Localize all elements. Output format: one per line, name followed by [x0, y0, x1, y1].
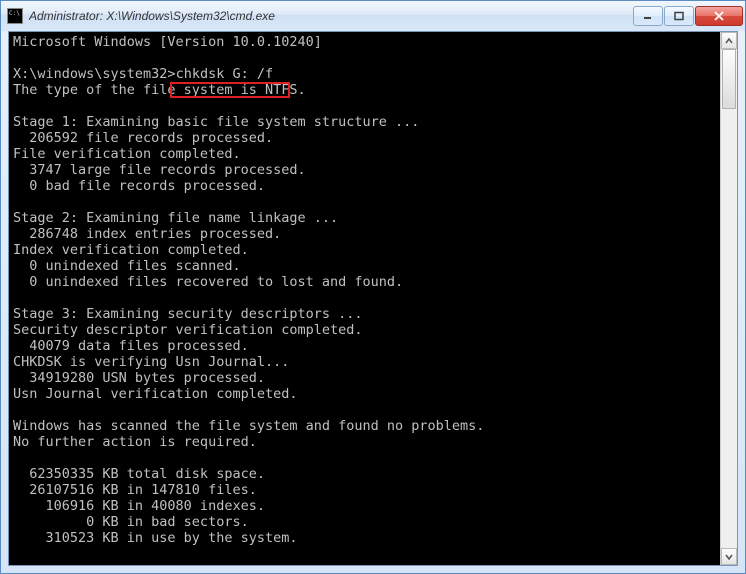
- maximize-button[interactable]: [664, 6, 694, 26]
- output-line: 3747 large file records processed.: [13, 162, 715, 178]
- output-line: 0 KB in bad sectors.: [13, 514, 715, 530]
- maximize-icon: [674, 11, 684, 21]
- minimize-button[interactable]: [633, 6, 663, 26]
- output-line: Stage 2: Examining file name linkage ...: [13, 210, 715, 226]
- minimize-icon: [643, 11, 653, 21]
- cmd-icon: [7, 8, 23, 24]
- titlebar[interactable]: Administrator: X:\Windows\System32\cmd.e…: [1, 1, 745, 31]
- console-output[interactable]: Microsoft Windows [Version 10.0.10240] X:…: [9, 32, 719, 565]
- scroll-thumb[interactable]: [722, 49, 736, 109]
- output-line: Usn Journal verification completed.: [13, 386, 715, 402]
- scroll-track[interactable]: [721, 49, 737, 548]
- output-line: 26107516 KB in 147810 files.: [13, 482, 715, 498]
- output-line: 206592 file records processed.: [13, 130, 715, 146]
- output-line: File verification completed.: [13, 146, 715, 162]
- output-line: [13, 50, 715, 66]
- output-line: 40079 data files processed.: [13, 338, 715, 354]
- output-line: CHKDSK is verifying Usn Journal...: [13, 354, 715, 370]
- chevron-up-icon: [725, 38, 733, 44]
- output-line: 106916 KB in 40080 indexes.: [13, 498, 715, 514]
- close-button[interactable]: [695, 6, 743, 26]
- scroll-down-button[interactable]: [721, 548, 737, 565]
- output-line: 34919280 USN bytes processed.: [13, 370, 715, 386]
- prompt-path: X:\windows\system32>: [13, 66, 176, 82]
- output-line: 62350335 KB total disk space.: [13, 466, 715, 482]
- output-line: 310523 KB in use by the system.: [13, 530, 715, 546]
- close-icon: [713, 11, 725, 21]
- output-line: [13, 194, 715, 210]
- output-line: Microsoft Windows [Version 10.0.10240]: [13, 34, 715, 50]
- window-title: Administrator: X:\Windows\System32\cmd.e…: [29, 9, 633, 23]
- output-line: Index verification completed.: [13, 242, 715, 258]
- prompt-line: X:\windows\system32>chkdsk G: /f: [13, 66, 715, 82]
- output-line: No further action is required.: [13, 434, 715, 450]
- scroll-up-button[interactable]: [721, 32, 737, 49]
- output-line: [13, 402, 715, 418]
- output-line: Stage 1: Examining basic file system str…: [13, 114, 715, 130]
- entered-command: chkdsk G: /f: [176, 66, 274, 82]
- output-line: 0 bad file records processed.: [13, 178, 715, 194]
- client-area: Microsoft Windows [Version 10.0.10240] X:…: [8, 31, 738, 566]
- output-line: The type of the file system is NTFS.: [13, 82, 715, 98]
- command-prompt-window: Administrator: X:\Windows\System32\cmd.e…: [0, 0, 746, 574]
- output-line: Windows has scanned the file system and …: [13, 418, 715, 434]
- output-line: Stage 3: Examining security descriptors …: [13, 306, 715, 322]
- vertical-scrollbar[interactable]: [720, 32, 737, 565]
- output-line: [13, 98, 715, 114]
- chevron-down-icon: [725, 554, 733, 560]
- output-line: Security descriptor verification complet…: [13, 322, 715, 338]
- output-line: 0 unindexed files recovered to lost and …: [13, 274, 715, 290]
- output-line: 0 unindexed files scanned.: [13, 258, 715, 274]
- output-line: [13, 450, 715, 466]
- output-line: [13, 290, 715, 306]
- window-controls: [633, 6, 743, 26]
- output-line: 286748 index entries processed.: [13, 226, 715, 242]
